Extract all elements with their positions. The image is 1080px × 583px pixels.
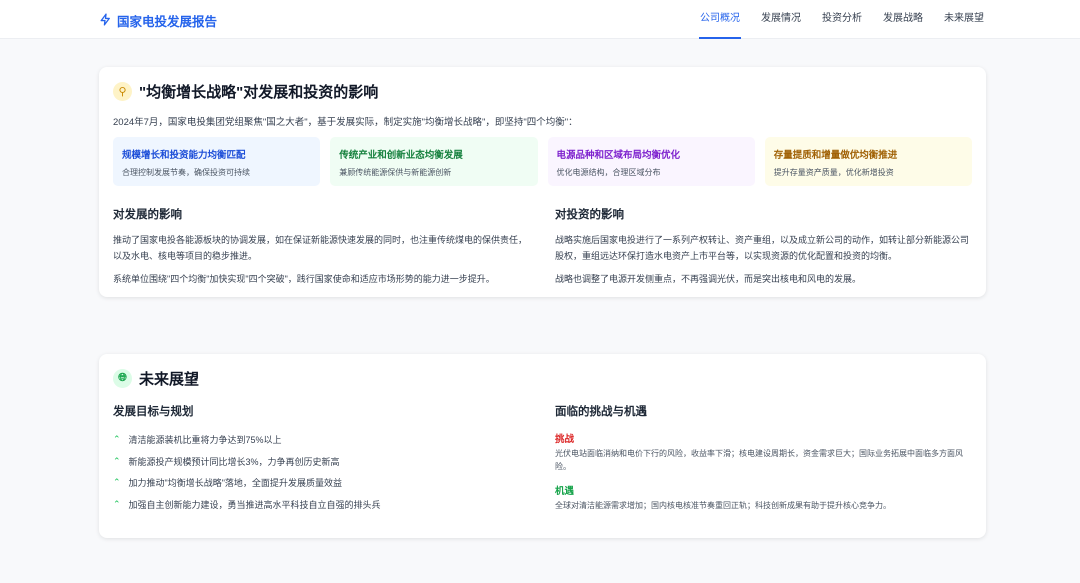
goals-title: 发展目标与规划 [113,406,194,418]
balance-desc: 合理控制发展节奏，确保投资可持续 [122,168,250,177]
paragraph: 系统单位围绕"四个均衡"加快实现"四个突破"，践行国家使命和适应市场形势的能力进… [113,274,495,284]
strategy-title: "均衡增长战略"对发展和投资的影响 [139,83,379,101]
development-impact: 对发展的影响 推动了国家电投各能源板块的协调发展，如在保证新能源快速发展的同时，… [113,186,530,287]
challenges-title: 面临的挑战与机遇 [555,406,647,418]
chevron-up-icon: ⌃ [113,434,121,445]
nav-outlook[interactable]: 未来展望 [943,0,985,39]
balance-title: 传统产业和创新业态均衡发展 [339,150,463,161]
balance-title: 规模增长和投资能力均衡匹配 [122,150,246,161]
goal-text: 加强自主创新能力建设，勇当推进高水平科技自立自强的排头兵 [128,499,381,510]
list-item: ⌃ 新能源投产规模预计同比增长3%，力争再创历史新高 [113,451,530,473]
opportunity-label: 机遇 [555,486,575,497]
goal-text: 新能源投产规模预计同比增长3%，力争再创历史新高 [128,456,340,467]
award-icon: ⚲ [113,81,132,101]
chevron-up-icon: ⌃ [113,455,121,466]
strategy-intro: 2024年7月，国家电投集团党组聚焦"国之大者"，基于发展实际，制定实施"均衡增… [113,117,578,128]
goal-text: 清洁能源装机比重将力争达到75%以上 [128,435,282,446]
chevron-up-icon: ⌃ [113,498,121,509]
main-nav: 公司概况 发展情况 投资分析 发展战略 未来展望 [699,0,985,39]
paragraph: 推动了国家电投各能源板块的协调发展，如在保证新能源快速发展的同时，也注重传统煤电… [113,235,528,261]
balance-box: 存量提质和增量做优均衡推进 提升存量资产质量，优化新增投资 [764,137,972,186]
balance-box: 规模增长和投资能力均衡匹配 合理控制发展节奏，确保投资可持续 [113,137,321,186]
balance-desc: 提升存量资产质量，优化新增投资 [773,168,894,177]
goal-text: 加力推动"均衡增长战略"落地，全面提升发展质量效益 [128,478,342,489]
list-item: ⌃ 清洁能源装机比重将力争达到75%以上 [113,429,530,451]
paragraph: 战略实施后国家电投进行了一系列产权转让、资产重组，以及成立新公司的动作，如转让部… [555,235,970,261]
balance-boxes: 规模增长和投资能力均衡匹配 合理控制发展节奏，确保投资可持续 传统产业和创新业态均衡… [113,137,972,186]
list-item: ⌃ 加力推动"均衡增长战略"落地，全面提升发展质量效益 [113,472,530,494]
development-impact-title: 对发展的影响 [113,209,182,221]
brand-logo[interactable]: 国家电投发展报告 [99,11,217,30]
balance-title: 存量提质和增量做优均衡推进 [773,150,898,161]
top-header: 国家电投发展报告 公司概况 发展情况 投资分析 发展战略 未来展望 [0,0,1080,39]
outlook-title: 未来展望 [139,370,200,388]
paragraph: 战略也调整了电源开发侧重点，不再强调光伏，而是突出核电和风电的发展。 [555,274,862,284]
challenge-label: 挑战 [555,434,575,445]
globe-icon: 🌐︎ [113,368,132,388]
balance-title: 电源品种和区域布局均衡优化 [556,150,681,161]
nav-development[interactable]: 发展情况 [760,0,802,39]
strategy-card: ⚲ "均衡增长战略"对发展和投资的影响 2024年7月，国家电投集团党组聚焦"国… [99,67,986,297]
chevron-up-icon: ⌃ [113,477,121,488]
investment-impact: 对投资的影响 战略实施后国家电投进行了一系列产权转让、资产重组，以及成立新公司的… [555,186,972,287]
lightning-icon [99,12,112,29]
challenges-section: 面临的挑战与机遇 挑战 光伏电站面临消纳和电价下行的风险，收益率下滑；核电建设周… [555,403,972,515]
goals-section: 发展目标与规划 ⌃ 清洁能源装机比重将力争达到75%以上 ⌃ 新能源投产规模预计同比… [113,403,530,515]
balance-desc: 优化电源结构，合理区域分布 [556,168,661,177]
brand-title: 国家电投发展报告 [117,15,218,29]
challenge-text: 光伏电站面临消纳和电价下行的风险，收益率下滑；核电建设周期长，资金需求巨大；国际… [555,449,963,471]
nav-company-overview[interactable]: 公司概况 [699,0,741,39]
nav-investment[interactable]: 投资分析 [821,0,863,39]
nav-strategy[interactable]: 发展战略 [882,0,924,39]
balance-box: 传统产业和创新业态均衡发展 兼顾传统能源保供与新能源创新 [330,137,538,186]
balance-desc: 兼顾传统能源保供与新能源创新 [339,168,452,177]
balance-box: 电源品种和区域布局均衡优化 优化电源结构，合理区域分布 [547,137,755,186]
opportunity-text: 全球对清洁能源需求增加；国内核电核准节奏重回正轨；科技创新成果有助于提升核心竞争… [555,501,891,510]
list-item: ⌃ 加强自主创新能力建设，勇当推进高水平科技自立自强的排头兵 [113,494,530,516]
outlook-card: 🌐︎ 未来展望 发展目标与规划 ⌃ 清洁能源装机比重将力争达到75%以上 ⌃ 新能源… [99,354,986,538]
investment-impact-title: 对投资的影响 [555,209,624,221]
